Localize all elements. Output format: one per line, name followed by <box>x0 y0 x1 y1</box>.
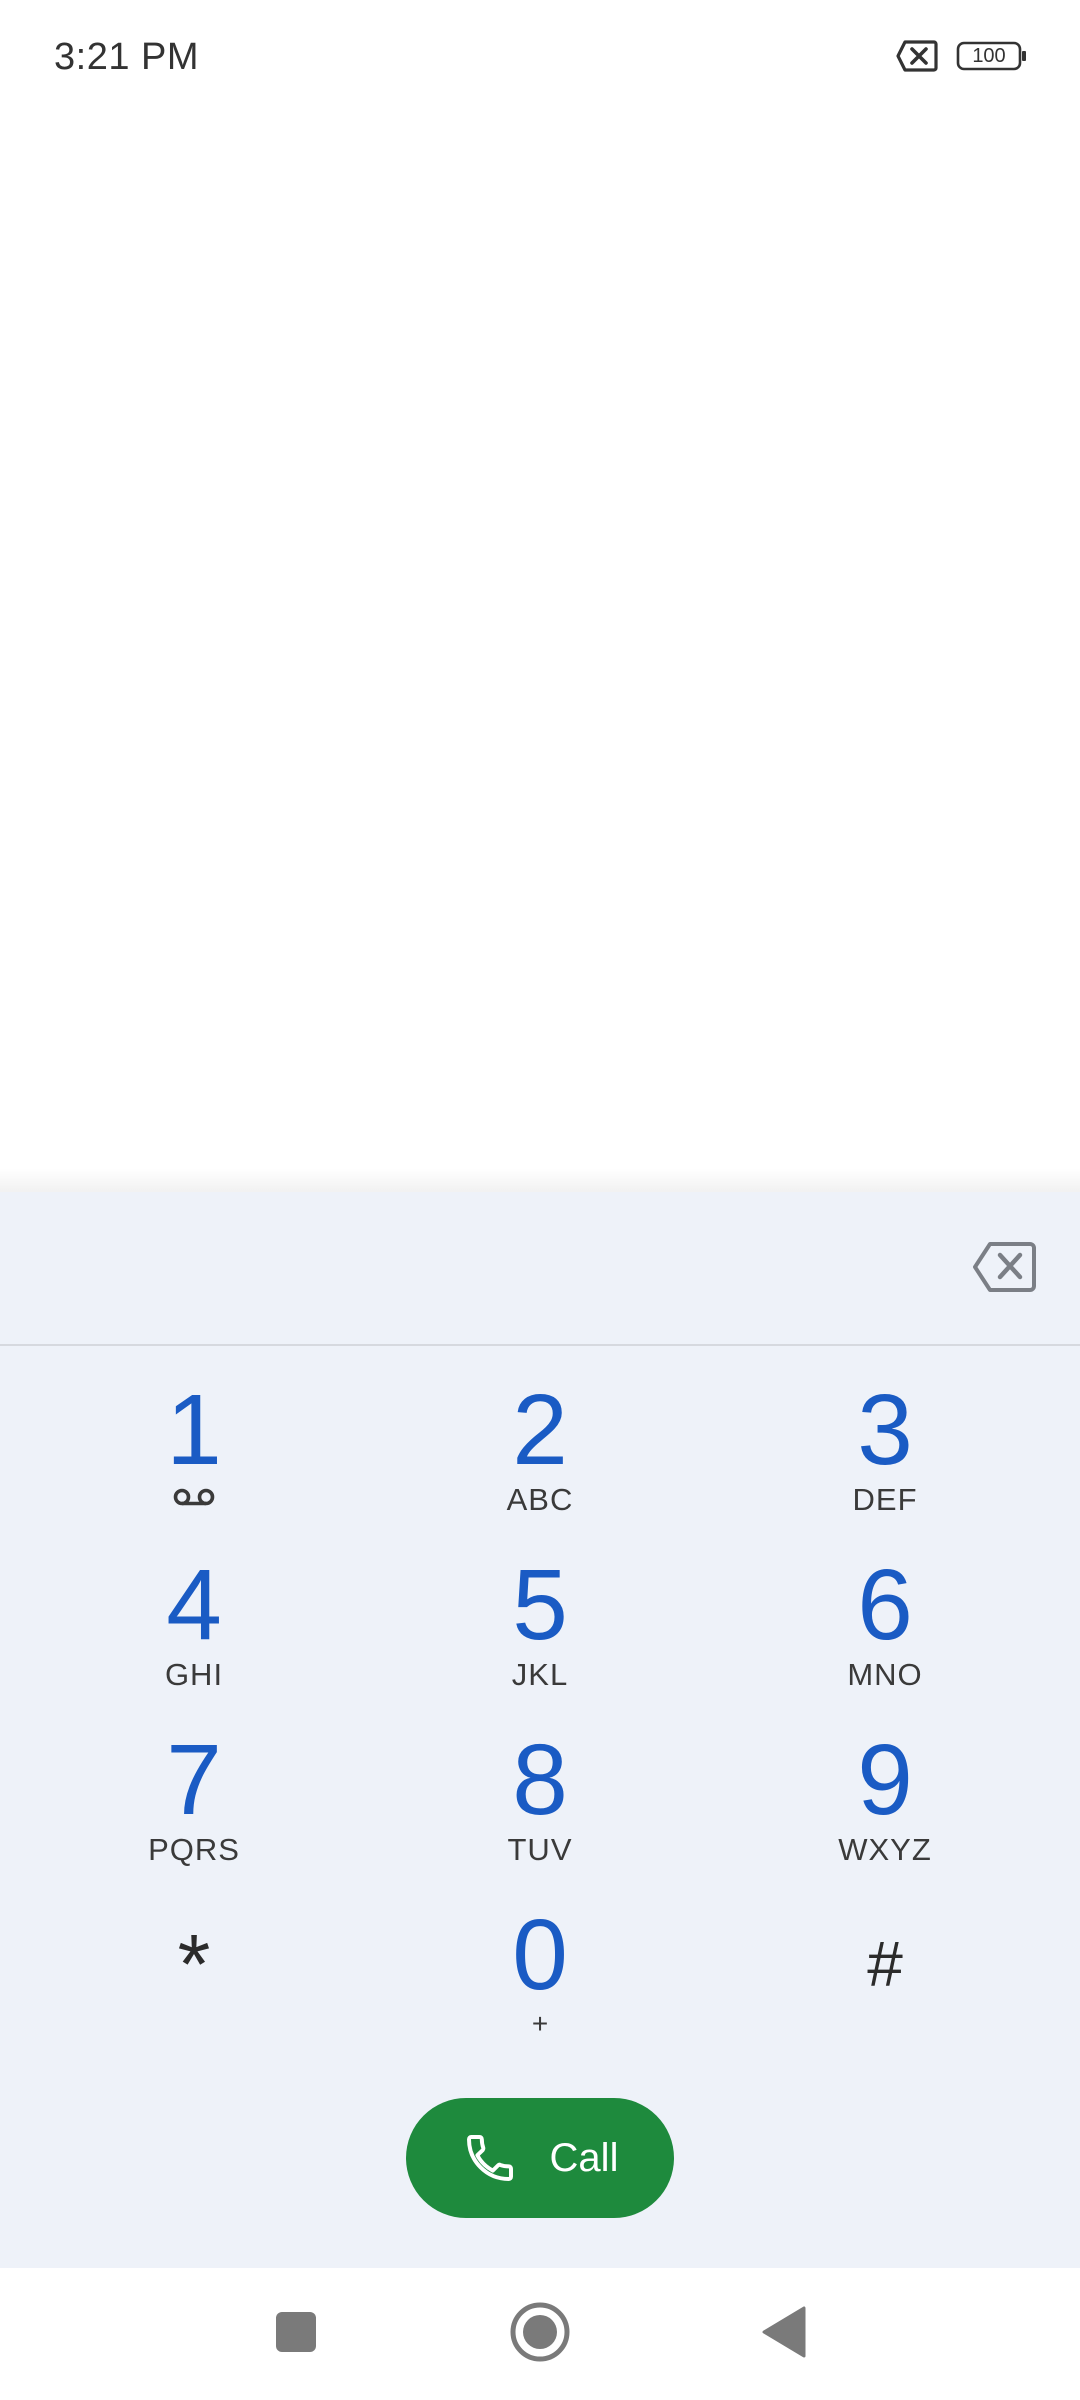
status-bar: 3:21 PM 100 <box>0 0 1080 120</box>
status-icons: 100 <box>896 40 1026 72</box>
key-9[interactable]: 9 WXYZ <box>765 1730 1005 1890</box>
key-4[interactable]: 4 GHI <box>74 1555 314 1715</box>
call-history-area <box>0 120 1080 1172</box>
key-3[interactable]: 3 DEF <box>765 1380 1005 1540</box>
key-hash[interactable]: # <box>765 1908 1005 2068</box>
recents-button[interactable] <box>254 2292 338 2376</box>
key-digit: 3 <box>857 1374 913 1486</box>
key-8[interactable]: 8 TUV <box>420 1730 660 1890</box>
key-digit: 1 <box>166 1374 222 1486</box>
key-6[interactable]: 6 MNO <box>765 1555 1005 1715</box>
call-button[interactable]: Call <box>406 2098 674 2218</box>
key-digit: 4 <box>166 1549 222 1661</box>
status-time: 3:21 PM <box>54 36 200 78</box>
navigation-bar <box>0 2268 1080 2400</box>
backspace-icon <box>972 1238 1038 1296</box>
back-triangle-icon <box>760 2306 808 2363</box>
digits-field[interactable] <box>40 1222 944 1314</box>
key-letters: DEF <box>852 1482 918 1517</box>
key-digit: 0 <box>512 1899 568 2011</box>
key-digit: 5 <box>512 1549 568 1661</box>
voicemail-icon <box>74 1486 314 1508</box>
key-letters: ABC <box>506 1482 574 1517</box>
dialpad-shadow <box>0 1168 1080 1194</box>
key-letters: WXYZ <box>838 1832 932 1867</box>
key-digit: 2 <box>512 1374 568 1486</box>
call-label: Call <box>549 2135 619 2180</box>
back-button[interactable] <box>742 2292 826 2376</box>
key-digit: 8 <box>512 1724 568 1836</box>
home-button[interactable] <box>498 2292 582 2376</box>
key-1[interactable]: 1 <box>74 1380 314 1540</box>
battery-icon: 100 <box>956 41 1026 71</box>
home-circle-icon <box>509 2301 571 2368</box>
key-letters: + <box>531 2008 549 2039</box>
key-2[interactable]: 2 ABC <box>420 1380 660 1540</box>
key-symbol: # <box>867 1928 903 2000</box>
key-7[interactable]: 7 PQRS <box>74 1730 314 1890</box>
key-star[interactable]: * <box>74 1908 314 2068</box>
no-sim-icon <box>896 40 938 72</box>
key-letters: GHI <box>164 1657 224 1692</box>
key-letters: MNO <box>847 1657 923 1692</box>
key-letters: PQRS <box>148 1832 240 1867</box>
key-symbol: * <box>177 1917 211 2011</box>
backspace-button[interactable] <box>972 1238 1038 1296</box>
battery-level: 100 <box>972 45 1006 67</box>
key-0[interactable]: 0 + <box>420 1905 660 2065</box>
key-letters: JKL <box>511 1657 569 1692</box>
key-digit: 9 <box>857 1724 913 1836</box>
phone-icon <box>462 2130 518 2186</box>
recents-square-icon <box>274 2310 318 2359</box>
key-digit: 7 <box>166 1724 222 1836</box>
digits-row <box>0 1192 1080 1344</box>
key-5[interactable]: 5 JKL <box>420 1555 660 1715</box>
key-digit: 6 <box>857 1549 913 1661</box>
divider <box>0 1344 1080 1346</box>
key-letters: TUV <box>507 1832 573 1867</box>
